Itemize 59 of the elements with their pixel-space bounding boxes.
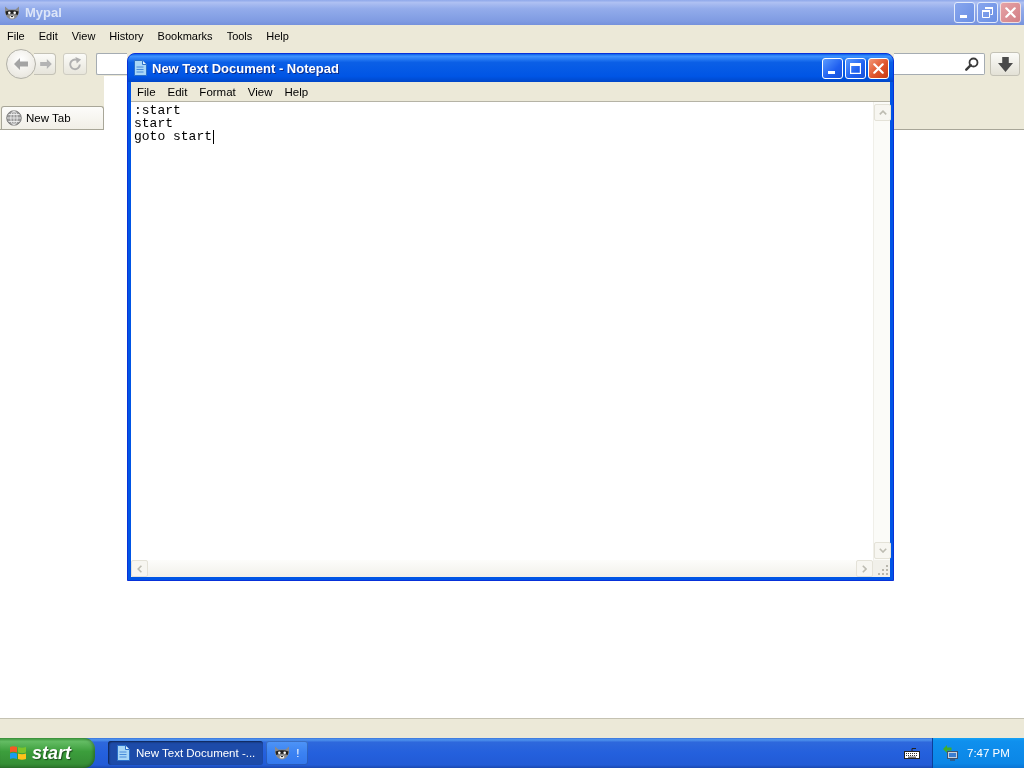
window-title: New Text Document - Notepad: [152, 60, 340, 76]
menu-item[interactable]: File: [131, 85, 162, 98]
back-button[interactable]: [6, 49, 36, 79]
address-field[interactable]: [96, 53, 127, 75]
menu-item[interactable]: View: [64, 27, 103, 44]
keyboard-icon: [904, 747, 920, 759]
chevron-left-icon: [137, 564, 142, 573]
horizontal-scrollbar[interactable]: [131, 560, 873, 577]
size-grip-icon: [878, 565, 888, 575]
vertical-scrollbar[interactable]: [873, 102, 890, 560]
menu-item[interactable]: Edit: [31, 27, 65, 44]
chevron-up-icon: [878, 110, 887, 115]
maximize-icon: [850, 62, 861, 74]
reload-icon: [68, 57, 82, 71]
menu-item[interactable]: Edit: [161, 85, 194, 98]
text-line: start: [134, 117, 173, 130]
download-button[interactable]: [990, 52, 1020, 76]
forward-button[interactable]: [34, 53, 56, 75]
menu-item[interactable]: Help: [278, 85, 315, 98]
taskbar-button[interactable]: !: [266, 741, 308, 765]
raccoon-icon: [4, 5, 20, 20]
flag-logo-icon: [9, 745, 27, 761]
menu-item[interactable]: Format: [193, 85, 242, 98]
menu-item[interactable]: History: [102, 27, 151, 44]
forward-arrow-icon: [39, 59, 52, 69]
menu-item[interactable]: Help: [259, 27, 296, 44]
search-field[interactable]: [894, 53, 985, 75]
scroll-up-button[interactable]: [874, 104, 891, 121]
back-arrow-icon: [14, 58, 28, 70]
chevron-right-icon: [862, 564, 867, 573]
minimize-icon: [960, 15, 967, 18]
taskbar-button[interactable]: New Text Document -...: [108, 741, 264, 765]
restore-icon: [982, 7, 993, 18]
start-button[interactable]: start: [0, 738, 95, 768]
scroll-down-button[interactable]: [874, 542, 891, 559]
close-icon: [1005, 7, 1016, 18]
menu-item[interactable]: Tools: [219, 27, 260, 44]
minimize-icon: [828, 70, 835, 74]
maximize-button[interactable]: [845, 57, 866, 79]
scroll-left-button[interactable]: [131, 560, 148, 577]
globe-icon: [6, 110, 22, 126]
text-line: goto start: [134, 130, 212, 143]
reload-button[interactable]: [63, 53, 87, 75]
clock: 7:47 PM: [967, 747, 1010, 759]
notepad-icon: [133, 60, 147, 76]
window-title: Mypal: [25, 5, 63, 20]
chevron-down-icon: [878, 548, 887, 553]
download-arrow-icon: [997, 56, 1013, 72]
text-line: :start: [134, 104, 181, 117]
raccoon-icon: [274, 746, 291, 760]
notepad-icon: [116, 745, 130, 761]
menu-item[interactable]: Bookmarks: [150, 27, 220, 44]
browser-tab[interactable]: New Tab: [1, 106, 104, 129]
scroll-right-button[interactable]: [856, 560, 873, 577]
search-icon: [965, 57, 979, 71]
menu-item[interactable]: View: [241, 85, 279, 98]
monitor-arrow-icon: [943, 745, 959, 761]
close-icon: [873, 62, 884, 74]
menu-item[interactable]: File: [0, 27, 32, 44]
